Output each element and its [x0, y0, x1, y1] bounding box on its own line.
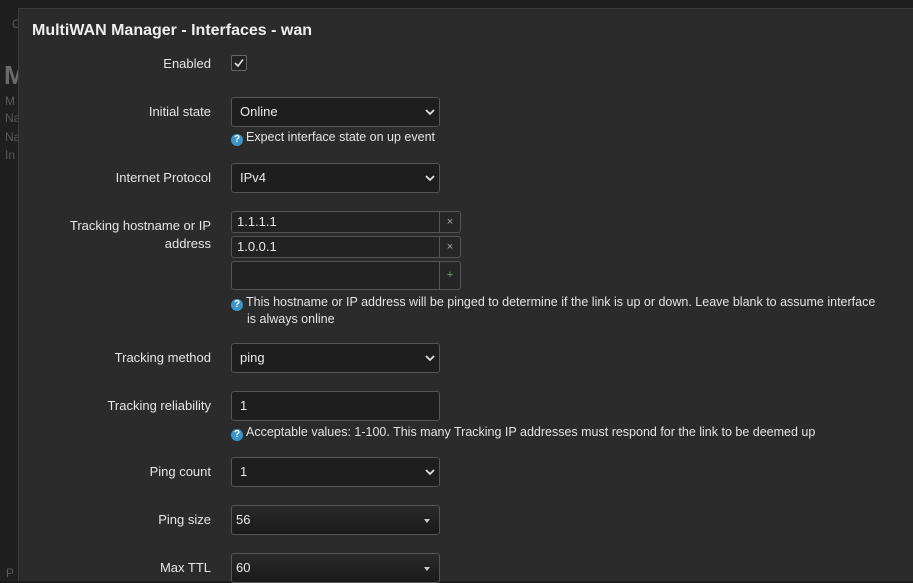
internet-protocol-label: Internet Protocol	[115, 170, 211, 185]
initial-state-help: ? Expect interface state on up event	[231, 129, 435, 146]
tracking-method-select[interactable]: ping	[231, 343, 440, 373]
ping-count-label: Ping count	[149, 464, 211, 479]
tracking-reliability-input[interactable]: 1	[231, 391, 440, 421]
tracking-hosts-help: ? This hostname or IP address will be pin…	[231, 294, 911, 327]
tracking-hosts-help-line2: is always online	[247, 312, 335, 326]
tracking-reliability-help: ? Acceptable values: 1-100. This many Tra…	[231, 424, 815, 441]
ping-count-value: 1	[240, 464, 248, 479]
tracking-reliability-label: Tracking reliability	[107, 398, 211, 413]
chevron-down-icon	[425, 174, 435, 182]
tracking-method-label: Tracking method	[114, 350, 211, 365]
enabled-label: Enabled	[163, 56, 211, 71]
remove-host-button[interactable]: ×	[439, 236, 461, 258]
chevron-down-icon	[425, 468, 435, 476]
internet-protocol-select[interactable]: IPv4	[231, 163, 440, 193]
initial-state-label: Initial state	[148, 104, 211, 119]
enabled-checkbox[interactable]	[231, 55, 247, 71]
chevron-down-icon	[425, 354, 435, 362]
chevron-down-icon	[424, 567, 432, 575]
check-icon	[234, 59, 244, 68]
background-text: In	[5, 148, 16, 162]
tracking-hosts-label: Tracking hostname or IP address	[69, 218, 211, 251]
ping-size-value: 56	[236, 512, 251, 527]
tracking-host-new-entry: +	[231, 261, 461, 290]
ping-size-label: Ping size	[158, 512, 211, 527]
tracking-host-value[interactable]: 1.0.0.1	[231, 236, 440, 258]
interface-settings-dialog: MultiWAN Manager - Interfaces - wan Enab…	[18, 8, 913, 583]
tracking-host-new-input[interactable]	[231, 261, 440, 290]
ping-count-select[interactable]: 1	[231, 457, 440, 487]
max-ttl-value: 60	[236, 560, 251, 575]
ping-size-select[interactable]: 56	[231, 505, 440, 535]
internet-protocol-value: IPv4	[240, 170, 267, 185]
tracking-host-entry: 1.0.0.1 ×	[231, 236, 461, 258]
question-icon: ?	[231, 299, 243, 311]
question-icon: ?	[231, 429, 243, 441]
initial-state-value: Online	[240, 104, 278, 119]
dialog-title: MultiWAN Manager - Interfaces - wan	[32, 22, 313, 39]
background-text: M	[5, 94, 15, 108]
tracking-host-entry: 1.1.1.1 ×	[231, 211, 461, 233]
tracking-host-value[interactable]: 1.1.1.1	[231, 211, 440, 233]
remove-host-button[interactable]: ×	[439, 211, 461, 233]
tracking-method-value: ping	[240, 350, 265, 365]
tracking-hosts-help-line1: This hostname or IP address will be ping…	[246, 295, 876, 309]
tracking-reliability-help-text: Acceptable values: 1-100. This many Trac…	[246, 425, 816, 439]
max-ttl-label: Max TTL	[159, 560, 211, 575]
question-icon: ?	[231, 134, 243, 146]
max-ttl-select[interactable]: 60	[231, 553, 440, 583]
chevron-down-icon	[425, 108, 435, 116]
initial-state-select[interactable]: Online	[231, 97, 440, 127]
chevron-down-icon	[424, 519, 432, 527]
initial-state-help-text: Expect interface state on up event	[246, 130, 436, 144]
add-host-button[interactable]: +	[439, 261, 461, 290]
background-text: P	[6, 566, 15, 580]
